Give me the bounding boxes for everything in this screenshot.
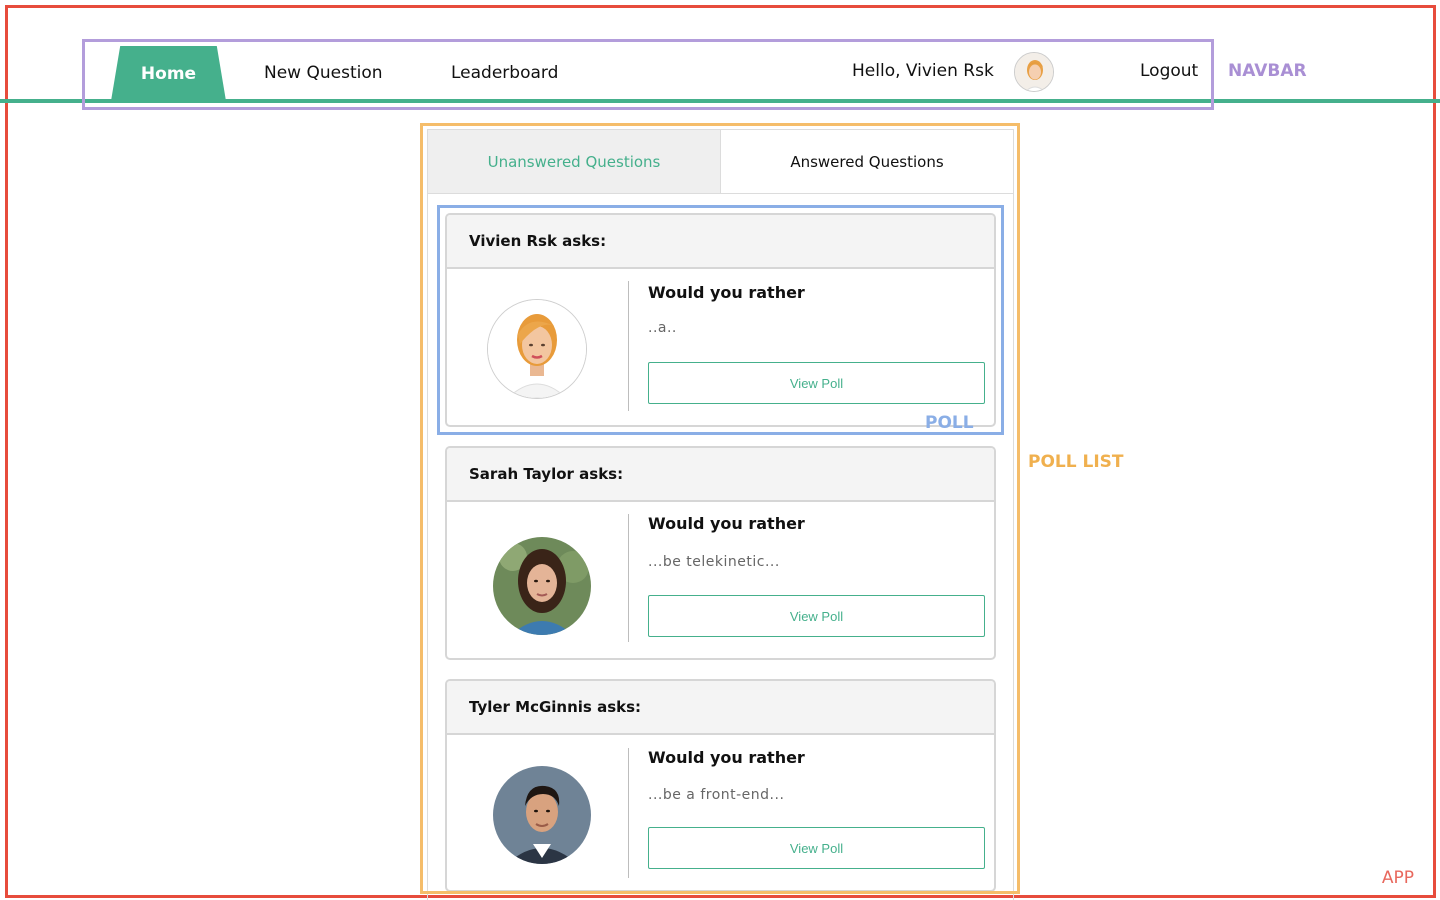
navbar-annotation-frame	[82, 39, 1214, 110]
poll-list-annotation-frame	[420, 123, 1020, 894]
poll-list-annotation-label: POLL LIST	[1028, 452, 1124, 472]
app-annotation-label: APP	[1381, 868, 1414, 888]
navbar-annotation-label: NAVBAR	[1228, 61, 1307, 81]
